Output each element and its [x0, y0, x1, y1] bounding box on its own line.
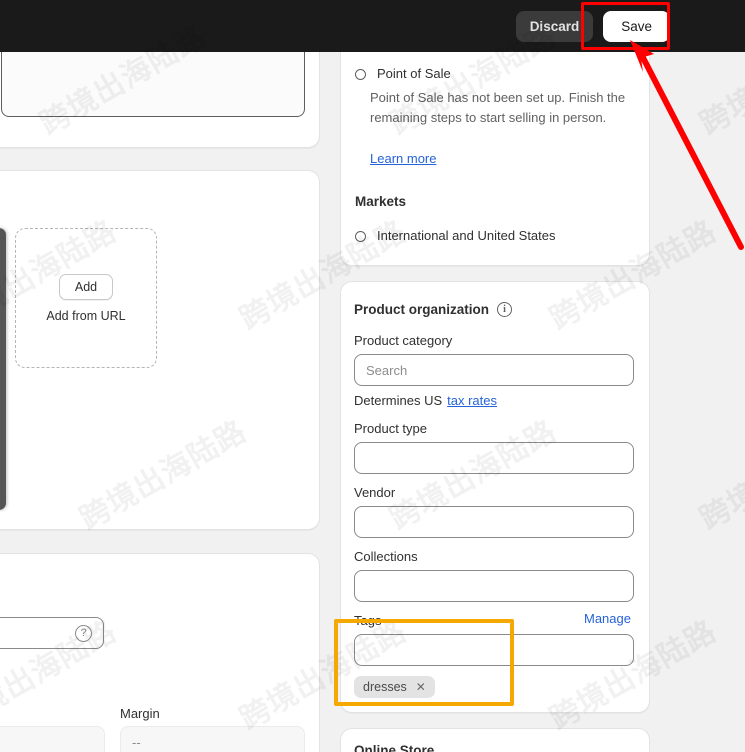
save-button-wrapper: Save	[603, 10, 670, 42]
pricing-card	[0, 553, 320, 752]
vendor-label: Vendor	[354, 485, 396, 500]
tag-chip[interactable]: dresses ✕	[354, 676, 435, 698]
vendor-input[interactable]	[354, 506, 634, 538]
cost-price-input[interactable]: ?	[0, 617, 104, 649]
markets-option-label: International and United States	[377, 228, 556, 243]
discard-button[interactable]: Discard	[515, 10, 594, 42]
product-organization-title: Product organization	[354, 302, 489, 317]
product-category-input[interactable]: Search	[354, 354, 634, 386]
save-button[interactable]: Save	[603, 10, 670, 42]
add-media-button[interactable]: Add	[58, 273, 114, 300]
markets-heading: Markets	[355, 194, 407, 209]
tags-input[interactable]	[354, 634, 634, 666]
collections-input[interactable]	[354, 570, 634, 602]
point-of-sale-row[interactable]: Point of Sale	[355, 64, 635, 84]
close-icon[interactable]: ✕	[416, 680, 426, 694]
profit-value	[0, 726, 105, 752]
point-of-sale-radio[interactable]	[355, 68, 366, 80]
product-organization-header: Product organization i	[354, 302, 512, 317]
tax-rates-note: Determines US tax rates	[354, 391, 497, 411]
point-of-sale-label: Point of Sale	[377, 66, 451, 81]
point-of-sale-description: Point of Sale has not been set up. Finis…	[370, 90, 626, 125]
help-icon[interactable]: ?	[75, 624, 92, 642]
media-thumbnail-partial[interactable]	[0, 228, 6, 510]
add-from-url-link[interactable]: Add from URL	[46, 309, 125, 323]
tag-chip-label: dresses	[363, 680, 407, 694]
media-dropzone[interactable]: Add Add from URL	[15, 228, 157, 368]
screenshot-root: Add Add from URL price ? Margin -- Point…	[0, 0, 745, 752]
margin-label: Margin	[120, 706, 160, 721]
product-category-label: Product category	[354, 333, 453, 348]
learn-more-link[interactable]: Learn more	[370, 151, 436, 166]
online-store-title: Online Store	[354, 743, 435, 752]
markets-radio[interactable]	[355, 230, 366, 242]
product-type-label: Product type	[354, 421, 427, 436]
tags-label: Tags	[354, 613, 382, 628]
save-bar: Discard Save	[0, 0, 745, 52]
tag-chip-list: dresses ✕	[354, 676, 435, 698]
markets-option-row[interactable]: International and United States	[355, 226, 635, 246]
product-type-input[interactable]	[354, 442, 634, 474]
collections-label: Collections	[354, 549, 418, 564]
tags-manage-link[interactable]: Manage	[584, 611, 631, 626]
tax-note-prefix: Determines US	[354, 393, 443, 408]
tax-rates-link[interactable]: tax rates	[447, 393, 497, 408]
info-icon[interactable]: i	[497, 302, 512, 317]
margin-value: --	[120, 726, 305, 752]
